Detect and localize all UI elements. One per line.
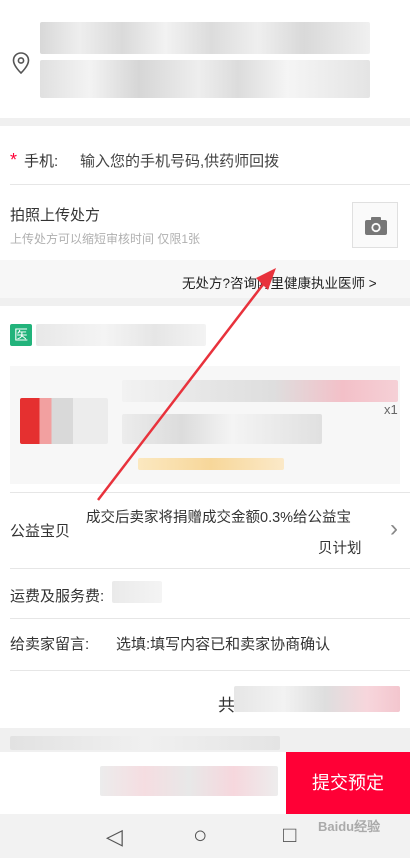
order-summary-prefix: 共 (218, 696, 235, 715)
charity-label: 公益宝贝 (10, 523, 71, 540)
required-mark: * (10, 150, 18, 170)
divider (10, 184, 410, 185)
prescription-subtitle: 上传处方可以缩短审核时间 仅限1张 (10, 232, 201, 246)
watermark-text: Baidu经验 (318, 819, 381, 834)
consult-doctor-link[interactable]: 无处方?咨询阿里健康执业医师 > (182, 272, 377, 292)
shipping-value-redacted (112, 581, 162, 603)
charity-chevron-icon[interactable]: › (390, 515, 398, 543)
prescription-title: 拍照上传处方 (10, 207, 101, 224)
message-input[interactable]: 选填:填写内容已和卖家协商确认 (116, 633, 330, 654)
store-badge: 医 (10, 324, 32, 346)
message-label: 给卖家留言: (10, 636, 90, 653)
address-redacted-line1 (40, 22, 370, 54)
contact-section: * 手机: 输入您的手机号码,供药师回拨 拍照上传处方 上传处方可以缩短审核时间… (0, 126, 410, 298)
charity-text-line1: 成交后卖家将捐赠成交金额0.3%给公益宝 (86, 510, 352, 526)
product-quantity: x1 (384, 402, 398, 417)
order-summary-redacted (234, 686, 400, 712)
bottom-bar: 提交预定 (0, 752, 410, 814)
product-tag-redacted (138, 458, 284, 470)
product-title-redacted (122, 380, 398, 402)
system-nav-bar: ◁ ○ □ Baidu经验 (0, 814, 410, 858)
nav-back-icon[interactable]: ◁ (106, 824, 123, 850)
charity-text-line2: 贝计划 (318, 541, 362, 557)
upload-prescription-button[interactable] (352, 202, 398, 248)
divider (10, 492, 410, 493)
product-image-redacted (20, 398, 108, 444)
address-redacted-line2 (40, 60, 370, 98)
store-name-redacted (36, 324, 206, 346)
divider (10, 618, 410, 619)
divider (10, 568, 410, 569)
address-section[interactable] (0, 0, 410, 118)
order-section: 医 x1 公益宝贝 成交后卖家将捐赠成交金额0.3%给公益宝 贝计划 › 运费及… (0, 306, 410, 728)
submit-order-button[interactable]: 提交预定 (286, 752, 410, 814)
nav-recent-icon[interactable]: □ (283, 822, 296, 848)
phone-input[interactable]: 输入您的手机号码,供药师回拨 (80, 150, 279, 171)
nav-home-icon[interactable]: ○ (193, 822, 208, 850)
camera-icon (365, 217, 387, 235)
hidden-row-redacted (10, 736, 280, 750)
store-badge-text: 医 (14, 327, 28, 343)
product-spec-redacted (122, 414, 322, 444)
shipping-label: 运费及服务费: (10, 588, 105, 605)
product-card[interactable]: x1 (10, 366, 400, 484)
total-price-redacted (100, 766, 278, 796)
phone-label: 手机: (24, 153, 59, 170)
submit-order-label: 提交预定 (312, 773, 384, 793)
divider (10, 670, 410, 671)
location-pin-icon (12, 52, 30, 74)
